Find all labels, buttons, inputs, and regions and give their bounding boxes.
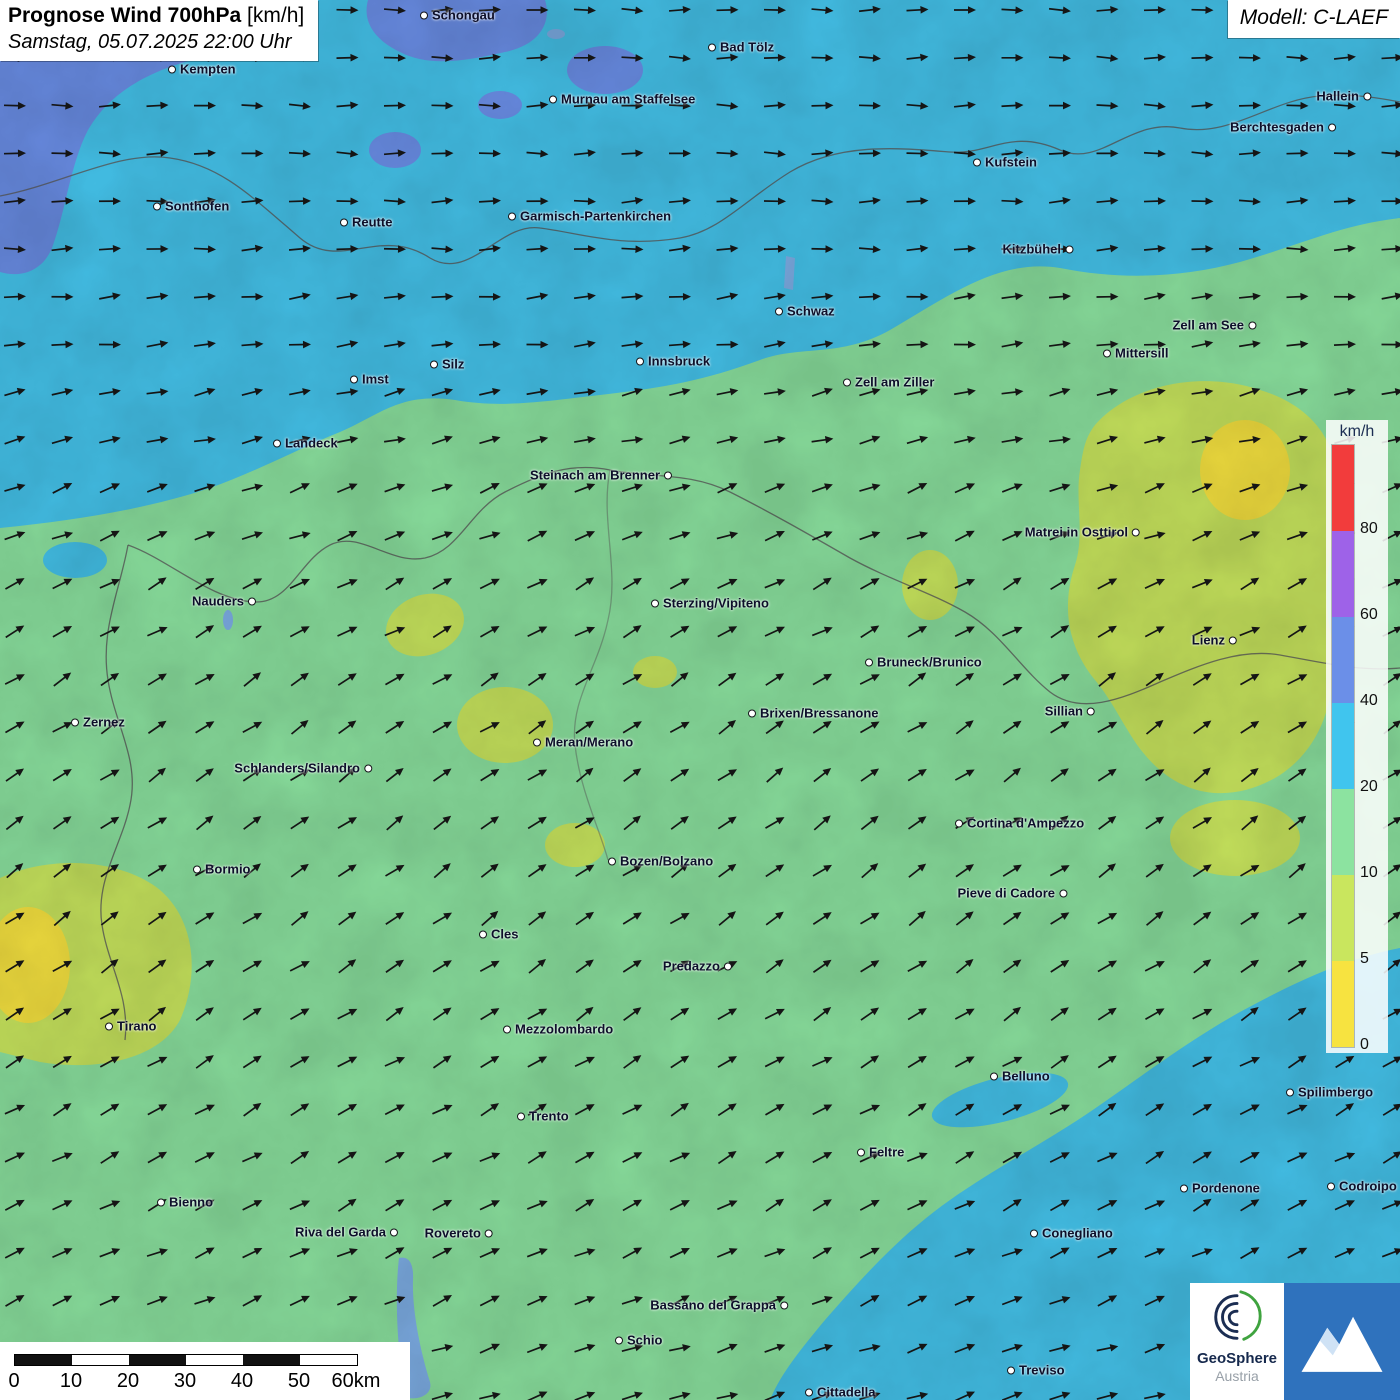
geosphere-logo-icon	[1208, 1288, 1266, 1346]
legend-color-block	[1332, 961, 1354, 1047]
legend-bar	[1331, 444, 1355, 1048]
scale-label: 30	[174, 1370, 196, 1393]
geosphere-logo: GeoSphere Austria	[1190, 1283, 1284, 1400]
legend-color-block	[1332, 531, 1354, 617]
map-canvas	[0, 0, 1400, 1400]
scale-segment	[15, 1355, 72, 1365]
scale-segment	[72, 1355, 129, 1365]
legend-boundary-label: 60	[1360, 606, 1378, 624]
scale-label: 10	[60, 1370, 82, 1393]
legend-boundary-label: 10	[1360, 864, 1378, 882]
legend-color-block	[1332, 875, 1354, 961]
logo-country-text: Austria	[1190, 1368, 1284, 1385]
scale-segment	[129, 1355, 186, 1365]
title-unit: [km/h]	[241, 4, 304, 27]
legend-color-block	[1332, 445, 1354, 531]
scale-label: 50	[288, 1370, 310, 1393]
scale-label: 60km	[332, 1370, 381, 1393]
scale-label: 20	[117, 1370, 139, 1393]
legend-boundary-label: 40	[1360, 692, 1378, 710]
wind-forecast-map-page: SchongauBad TölzKemptenMurnau am Staffel…	[0, 0, 1400, 1400]
legend-color-block	[1332, 703, 1354, 789]
legend-boundary-label: 5	[1360, 950, 1369, 968]
page-title: Prognose Wind 700hPa [km/h]	[8, 4, 304, 28]
scale-segment	[243, 1355, 300, 1365]
scale-bar: 0 10 20 30 40 50 60km	[0, 1342, 410, 1400]
model-box: Modell: C-LAEF	[1228, 0, 1400, 38]
scale-bar-labels: 0102030405060km	[14, 1370, 404, 1396]
terrain-shading	[0, 0, 1400, 1400]
logo-org-text: GeoSphere	[1190, 1351, 1284, 1368]
legend: km/h 80 60 40 20 10 5 0	[1326, 420, 1388, 1053]
legend-title: km/h	[1331, 423, 1383, 441]
page-subtitle: Samstag, 05.07.2025 22:00 Uhr	[8, 31, 304, 54]
model-label: Modell: C-LAEF	[1240, 6, 1388, 29]
legend-boundary-label: 20	[1360, 778, 1378, 796]
mountain-icon	[1296, 1306, 1388, 1378]
legend-bar-wrap: 806040201050	[1331, 444, 1383, 1048]
scale-label: 40	[231, 1370, 253, 1393]
legend-boundary-label: 80	[1360, 520, 1378, 538]
legend-labels: 806040201050	[1355, 444, 1383, 1048]
title-main: Prognose Wind 700hPa	[8, 4, 241, 27]
partner-logo	[1284, 1283, 1400, 1400]
scale-segment	[300, 1355, 357, 1365]
legend-boundary-label: 0	[1360, 1036, 1369, 1054]
legend-color-block	[1332, 617, 1354, 703]
scale-label: 0	[8, 1370, 19, 1393]
scale-segment	[186, 1355, 243, 1365]
legend-color-block	[1332, 789, 1354, 875]
title-box: Prognose Wind 700hPa [km/h] Samstag, 05.…	[0, 0, 318, 61]
scale-bar-segments	[14, 1354, 358, 1366]
